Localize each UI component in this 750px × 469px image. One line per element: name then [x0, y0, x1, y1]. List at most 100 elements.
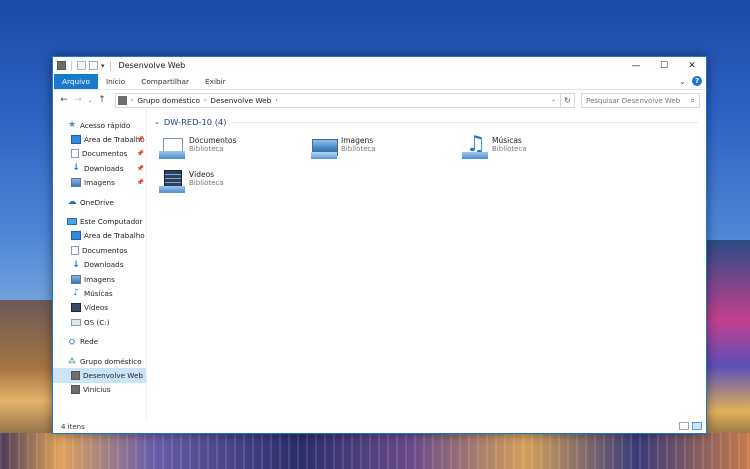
sidebar-item-documentos[interactable]: Documentos 📌: [53, 147, 146, 161]
ribbon-right-controls: ⌄ ?: [679, 76, 702, 86]
tile-type: Biblioteca: [189, 179, 224, 187]
address-bar[interactable]: › Grupo doméstico › Desenvolve Web › ⌄: [115, 93, 561, 108]
tab-arquivo[interactable]: Arquivo: [54, 74, 98, 89]
sidebar-item-label: Imagens: [84, 178, 115, 188]
sidebar-item-pc-documentos[interactable]: Documentos: [53, 243, 146, 257]
maximize-button[interactable]: ☐: [650, 57, 678, 74]
sidebar-item-vinicius[interactable]: Vinicius: [53, 383, 146, 397]
explorer-body: ★ Acesso rápido Área de Trabalho 📌 Docum…: [53, 110, 706, 420]
cloud-icon: ☁: [67, 197, 77, 208]
sidebar-item-label: Documentos: [82, 245, 128, 255]
sidebar-item-downloads[interactable]: ↓ Downloads 📌: [53, 161, 146, 175]
music-icon: ♪: [73, 288, 79, 299]
tab-inicio[interactable]: Início: [98, 74, 133, 89]
library-tile-documentos[interactable]: Documentos Biblioteca: [159, 136, 299, 164]
desktop-wallpaper-water: [0, 433, 750, 469]
help-icon[interactable]: ?: [692, 76, 702, 86]
properties-icon[interactable]: [77, 61, 86, 70]
content-pane: ⌄ DW-RED-10 (4) Documentos Biblioteca Im…: [147, 110, 706, 420]
desktop-icon: [71, 135, 81, 145]
sidebar-item-este-computador[interactable]: Este Computador: [53, 214, 146, 228]
collapse-group-icon[interactable]: ⌄: [154, 118, 160, 126]
sidebar-item-label: Documentos: [82, 149, 128, 159]
homegroup-icon: ⁂: [68, 356, 76, 366]
tile-text: Vídeos Biblioteca: [189, 170, 224, 188]
item-count: 4 itens: [61, 422, 85, 431]
pictures-library-icon: [311, 136, 338, 160]
sidebar-item-pc-os-c[interactable]: OS (C:): [53, 315, 146, 329]
tile-type: Biblioteca: [492, 145, 527, 153]
sidebar-item-pc-area-de-trabalho[interactable]: Área de Trabalho: [53, 229, 146, 243]
documents-library-icon: [159, 136, 185, 160]
computer-icon: [67, 218, 77, 226]
breadcrumb-separator[interactable]: ›: [275, 97, 277, 104]
sidebar-item-pc-videos[interactable]: Vídeos: [53, 301, 146, 315]
user-icon: [71, 370, 80, 380]
title-bar: ▾ Desenvolve Web — ☐ ✕: [53, 57, 706, 74]
expand-ribbon-icon[interactable]: ⌄: [679, 77, 686, 86]
downloads-icon: ↓: [72, 259, 80, 270]
toolbar-divider: [71, 60, 72, 71]
toolbar-divider: [109, 60, 111, 71]
address-dropdown-icon[interactable]: ⌄: [551, 96, 556, 103]
breadcrumb-separator[interactable]: ›: [131, 97, 133, 104]
tile-name: Imagens: [341, 136, 374, 145]
navigation-pane: ★ Acesso rápido Área de Trabalho 📌 Docum…: [53, 110, 147, 420]
library-tile-imagens[interactable]: Imagens Biblioteca: [311, 136, 451, 164]
tile-name: Músicas: [492, 136, 522, 145]
sidebar-item-label: Downloads: [84, 163, 124, 173]
tile-type: Biblioteca: [189, 145, 224, 153]
group-header[interactable]: ⌄ DW-RED-10 (4): [154, 116, 698, 128]
sidebar-item-pc-musicas[interactable]: ♪ Músicas: [53, 286, 146, 300]
homegroup-location-icon: [118, 96, 127, 105]
search-placeholder: Pesquisar Desenvolve Web: [586, 96, 681, 105]
pin-icon[interactable]: 📌: [137, 136, 144, 143]
minimize-button[interactable]: —: [622, 57, 650, 74]
back-button[interactable]: ←: [57, 95, 71, 105]
pin-icon[interactable]: 📌: [137, 150, 144, 157]
sidebar-item-desenvolve-web[interactable]: Desenvolve Web: [53, 368, 146, 383]
tab-compartilhar[interactable]: Compartilhar: [133, 74, 197, 89]
breadcrumb-grupo-domestico[interactable]: Grupo doméstico: [137, 96, 200, 105]
sidebar-item-label: Downloads: [84, 260, 124, 270]
explorer-window: ▾ Desenvolve Web — ☐ ✕ Arquivo Início Co…: [52, 56, 707, 434]
sidebar-item-pc-imagens[interactable]: Imagens: [53, 272, 146, 286]
downloads-icon: ↓: [72, 163, 80, 174]
close-button[interactable]: ✕: [678, 57, 706, 74]
customize-toolbar-icon[interactable]: ▾: [101, 62, 105, 70]
new-folder-icon[interactable]: [89, 61, 98, 70]
user-icon: [71, 385, 80, 395]
library-tile-musicas[interactable]: Músicas Biblioteca: [462, 132, 602, 164]
group-header-divider: [232, 121, 698, 123]
large-icons-view-icon[interactable]: [692, 422, 702, 430]
app-icon[interactable]: [57, 61, 66, 70]
breadcrumb-desenvolve-web[interactable]: Desenvolve Web: [210, 96, 271, 105]
videos-library-icon: [159, 170, 185, 194]
details-view-icon[interactable]: [679, 422, 689, 430]
search-icon[interactable]: ⌕: [691, 96, 695, 106]
recent-locations-button[interactable]: ⌄: [85, 97, 95, 104]
refresh-button[interactable]: ↻: [561, 93, 575, 108]
tile-name: Documentos: [189, 136, 237, 145]
sidebar-item-label: Este Computador: [80, 217, 143, 227]
pin-icon[interactable]: 📌: [137, 179, 144, 186]
breadcrumb-separator[interactable]: ›: [204, 97, 206, 104]
group-header-label: DW-RED-10 (4): [163, 117, 227, 127]
sidebar-item-rede[interactable]: ⛭ Rede: [53, 334, 146, 348]
sidebar-item-area-de-trabalho[interactable]: Área de Trabalho 📌: [53, 132, 146, 146]
forward-button[interactable]: →: [71, 95, 85, 105]
sidebar-item-label: Vinicius: [83, 385, 111, 395]
library-tile-videos[interactable]: Vídeos Biblioteca: [159, 170, 299, 198]
pictures-icon: [71, 274, 81, 284]
sidebar-item-onedrive[interactable]: ☁ OneDrive: [53, 195, 146, 209]
up-button[interactable]: ↑: [95, 95, 109, 105]
documents-icon: [71, 149, 79, 159]
tab-exibir[interactable]: Exibir: [197, 74, 234, 89]
sidebar-item-grupo-domestico[interactable]: ⁂ Grupo doméstico: [53, 354, 146, 368]
pin-icon[interactable]: 📌: [137, 165, 144, 172]
search-input[interactable]: Pesquisar Desenvolve Web ⌕: [581, 93, 700, 108]
sidebar-item-imagens[interactable]: Imagens 📌: [53, 176, 146, 190]
sidebar-item-label: OS (C:): [84, 317, 110, 327]
sidebar-item-acesso-rapido[interactable]: ★ Acesso rápido: [53, 118, 146, 132]
sidebar-item-pc-downloads[interactable]: ↓ Downloads: [53, 258, 146, 272]
